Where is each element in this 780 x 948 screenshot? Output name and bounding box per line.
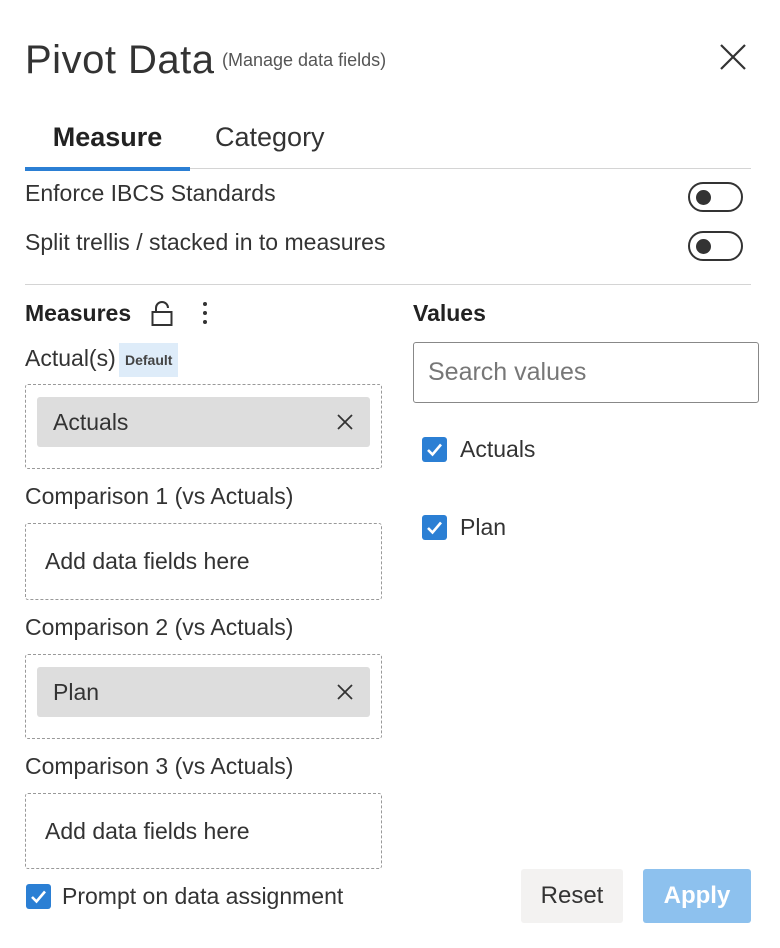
active-tab-indicator: [25, 167, 190, 171]
actuals-dropzone[interactable]: Actuals: [25, 384, 382, 469]
field-chip-plan[interactable]: Plan: [37, 667, 370, 717]
enforce-ibcs-label: Enforce IBCS Standards: [25, 180, 276, 206]
apply-button[interactable]: Apply: [643, 869, 751, 923]
measures-heading: Measures: [25, 300, 132, 326]
toggle-knob: [696, 190, 711, 205]
tab-measure[interactable]: Measure: [25, 122, 190, 168]
enforce-ibcs-toggle[interactable]: [688, 182, 743, 212]
chip-label: Plan: [53, 679, 100, 705]
close-icon: [337, 414, 353, 430]
prompt-checkbox[interactable]: [26, 884, 51, 909]
reset-button[interactable]: Reset: [521, 869, 623, 923]
split-trellis-toggle[interactable]: [688, 231, 743, 261]
comparison-1-dropzone[interactable]: Add data fields here: [25, 523, 382, 600]
close-icon: [337, 684, 353, 700]
search-values-box[interactable]: [413, 342, 759, 403]
value-label: Actuals: [460, 436, 536, 462]
close-button[interactable]: [714, 38, 752, 76]
checkbox-checked[interactable]: [422, 437, 447, 462]
toggle-knob: [696, 239, 711, 254]
check-icon: [427, 443, 442, 457]
comparison-3-label: Comparison 3 (vs Actuals): [25, 753, 294, 779]
remove-chip-button[interactable]: [334, 681, 356, 703]
remove-chip-button[interactable]: [334, 411, 356, 433]
field-chip-actuals[interactable]: Actuals: [37, 397, 370, 447]
tab-category[interactable]: Category: [215, 122, 325, 168]
check-icon: [427, 521, 442, 535]
lock-icon[interactable]: [150, 300, 174, 328]
dialog-title: Pivot Data: [25, 38, 215, 82]
comparison-2-label: Comparison 2 (vs Actuals): [25, 614, 294, 640]
section-divider: [25, 284, 751, 285]
check-icon: [31, 890, 46, 904]
values-heading: Values: [413, 300, 486, 326]
comparison-1-label: Comparison 1 (vs Actuals): [25, 483, 294, 509]
search-values-input[interactable]: [414, 343, 758, 402]
more-options-icon[interactable]: [196, 299, 214, 327]
comparison-3-dropzone[interactable]: Add data fields here: [25, 793, 382, 869]
actuals-group-label: Actual(s): [25, 345, 116, 371]
close-icon: [720, 44, 746, 70]
dialog-subtitle: (Manage data fields): [222, 50, 387, 70]
value-label: Plan: [460, 514, 507, 540]
default-badge: Default: [119, 343, 179, 377]
dropzone-placeholder: Add data fields here: [45, 818, 250, 844]
comparison-2-dropzone[interactable]: Plan: [25, 654, 382, 739]
prompt-label: Prompt on data assignment: [62, 883, 344, 909]
chip-label: Actuals: [53, 409, 129, 435]
split-trellis-label: Split trellis / stacked in to measures: [25, 229, 386, 255]
dropzone-placeholder: Add data fields here: [45, 548, 250, 574]
checkbox-checked[interactable]: [422, 515, 447, 540]
